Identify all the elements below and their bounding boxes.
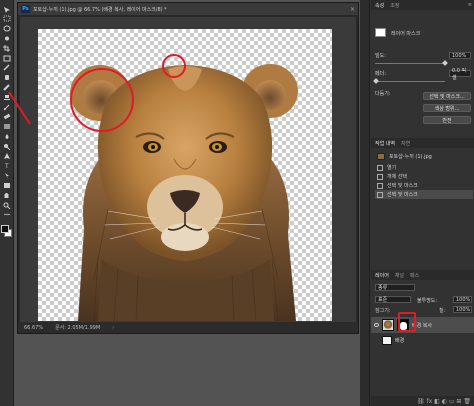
history-panel-header: 작업 내역 자연 bbox=[371, 138, 474, 148]
history-snapshot[interactable]: 포토샵-누끼 (1).jpg bbox=[375, 152, 473, 161]
layer-name: 배경 복사 bbox=[412, 322, 432, 329]
feather-label: 페더: bbox=[375, 71, 386, 77]
fill-label: 칠: bbox=[439, 308, 446, 314]
feather-slider-knob[interactable] bbox=[373, 78, 379, 84]
invert-button[interactable]: 반전 bbox=[423, 116, 471, 124]
density-label: 밀도: bbox=[375, 53, 386, 59]
mask-type-label: 레이어 마스크 bbox=[391, 31, 421, 37]
brush-tool-icon[interactable] bbox=[2, 83, 12, 91]
quick-select-icon[interactable] bbox=[2, 34, 12, 42]
history-brush-icon[interactable] bbox=[2, 103, 12, 111]
panel-menu-icon[interactable]: ≡ bbox=[468, 2, 472, 8]
history-step-icon bbox=[377, 182, 383, 189]
tab-history[interactable]: 작업 내역 bbox=[375, 140, 395, 147]
zoom-tool-icon[interactable] bbox=[2, 201, 12, 209]
fill-input[interactable]: 100% bbox=[453, 306, 472, 313]
tab-adjustments[interactable]: 조정 bbox=[390, 2, 399, 9]
layers-panel-header: 레이어 채널 패스 bbox=[371, 270, 474, 280]
history-step-icon bbox=[377, 173, 383, 180]
shape-tool-icon[interactable] bbox=[2, 181, 12, 189]
history-item[interactable]: 열기 bbox=[375, 163, 473, 172]
color-range-button[interactable]: 색상 범위... bbox=[423, 104, 471, 112]
history-item-label: 선택 및 마스크 bbox=[387, 192, 418, 198]
opacity-label: 불투명도: bbox=[417, 298, 438, 304]
history-item[interactable]: 개체 선택 bbox=[375, 172, 473, 181]
document-info: 문서: 2.05M/1.99M bbox=[55, 325, 101, 331]
layer-row-background[interactable]: 배경 bbox=[371, 334, 474, 346]
eraser-tool-icon[interactable] bbox=[2, 113, 12, 121]
layer-filter-select[interactable]: 종류 bbox=[375, 284, 415, 291]
history-item-label: 개체 선택 bbox=[387, 174, 407, 180]
feather-slider[interactable] bbox=[375, 81, 445, 82]
density-slider-knob[interactable] bbox=[442, 60, 448, 66]
history-item-label: 선택 및 마스크 bbox=[387, 183, 418, 189]
hand-tool-icon[interactable] bbox=[2, 191, 12, 199]
type-tool-icon[interactable]: T bbox=[2, 162, 12, 170]
density-input[interactable]: 100% bbox=[449, 52, 471, 59]
document-tab[interactable]: Ps 포토샵-누끼 (1).jpg @ 66.7% (배경 복사, 레이어 마스… bbox=[18, 3, 358, 15]
marquee-tool-icon[interactable] bbox=[2, 15, 12, 23]
feather-input[interactable]: 0.0 픽셀 bbox=[449, 68, 471, 81]
layer-thumbnail bbox=[382, 335, 392, 345]
mask-thumbnail bbox=[375, 28, 386, 37]
density-slider[interactable] bbox=[375, 63, 445, 64]
dodge-tool-icon[interactable] bbox=[2, 142, 12, 150]
snapshot-label: 포토샵-누끼 (1).jpg bbox=[389, 154, 432, 160]
history-item-current[interactable]: 선택 및 마스크 bbox=[375, 190, 473, 199]
svg-text:T: T bbox=[5, 164, 9, 169]
lock-label: 잠그기: bbox=[375, 308, 391, 314]
lion-image bbox=[70, 64, 298, 321]
history-step-icon bbox=[377, 191, 383, 198]
tab-layers[interactable]: 레이어 bbox=[375, 272, 389, 279]
blend-mode-select[interactable]: 표준 bbox=[375, 296, 411, 303]
canvas[interactable] bbox=[20, 17, 356, 323]
zoom-level[interactable]: 66.67% bbox=[24, 325, 43, 331]
photoshop-logo-icon: Ps bbox=[21, 5, 30, 13]
foreground-color-swatch[interactable] bbox=[1, 225, 9, 233]
history-item-label: 열기 bbox=[387, 165, 397, 171]
clone-stamp-icon[interactable] bbox=[2, 93, 12, 101]
healing-brush-icon[interactable] bbox=[2, 74, 12, 82]
frame-tool-icon[interactable] bbox=[2, 54, 12, 62]
right-panel-dock: 속성 조정 ≡ 레이어 마스크 밀도: 100% 페더: 0.0 픽셀 다듬기:… bbox=[360, 0, 474, 406]
crop-tool-icon[interactable] bbox=[2, 44, 12, 52]
history-item[interactable]: 선택 및 마스크 bbox=[375, 181, 473, 190]
layer-row-background-copy[interactable]: 배경 복사 bbox=[371, 317, 474, 333]
snapshot-thumbnail bbox=[377, 153, 385, 160]
history-step-icon bbox=[377, 164, 383, 171]
tools-panel: T bbox=[0, 0, 14, 406]
blur-tool-icon[interactable] bbox=[2, 132, 12, 140]
properties-panel-header: 속성 조정 ≡ bbox=[371, 0, 474, 10]
select-and-mask-button[interactable]: 선택 및 마스크... bbox=[423, 92, 471, 100]
tab-properties[interactable]: 속성 bbox=[375, 2, 384, 9]
more-tools-icon[interactable] bbox=[2, 211, 12, 219]
tab-paths[interactable]: 패스 bbox=[410, 272, 419, 279]
layers-footer-icons[interactable]: ⛓ fx ◧ ◐ ▭ ⊞ 🗑 bbox=[417, 398, 471, 405]
collapsed-panel-strip bbox=[360, 0, 370, 406]
transparent-checkerboard bbox=[38, 29, 332, 321]
document-window: Ps 포토샵-누끼 (1).jpg @ 66.7% (배경 복사, 레이어 마스… bbox=[17, 2, 359, 334]
lasso-tool-icon[interactable] bbox=[2, 25, 12, 33]
layer-name: 배경 bbox=[395, 337, 405, 344]
refine-label: 다듬기: bbox=[375, 91, 391, 97]
tab-channels[interactable]: 채널 bbox=[395, 272, 404, 279]
document-title: 포토샵-누끼 (1).jpg @ 66.7% (배경 복사, 레이어 마스크/8… bbox=[33, 6, 167, 13]
tab-natural[interactable]: 자연 bbox=[401, 140, 410, 147]
pen-tool-icon[interactable] bbox=[2, 152, 12, 160]
close-icon[interactable]: × bbox=[350, 6, 355, 13]
layer-thumbnail bbox=[382, 319, 394, 331]
workspace: Ps 포토샵-누끼 (1).jpg @ 66.7% (배경 복사, 레이어 마스… bbox=[14, 0, 360, 406]
layers-footer-toolbar: ⛓ fx ◧ ◐ ▭ ⊞ 🗑 bbox=[371, 396, 474, 406]
opacity-input[interactable]: 100% bbox=[453, 296, 472, 303]
status-menu-icon[interactable]: › bbox=[112, 325, 114, 331]
move-tool-icon[interactable] bbox=[2, 5, 12, 13]
status-bar: 66.67% 문서: 2.05M/1.99M › bbox=[18, 322, 358, 333]
eyedropper-icon[interactable] bbox=[2, 64, 12, 72]
path-select-icon[interactable] bbox=[2, 172, 12, 180]
layer-mask-thumbnail[interactable] bbox=[397, 319, 409, 331]
gradient-tool-icon[interactable] bbox=[2, 123, 12, 131]
visibility-eye-icon[interactable] bbox=[374, 323, 379, 327]
